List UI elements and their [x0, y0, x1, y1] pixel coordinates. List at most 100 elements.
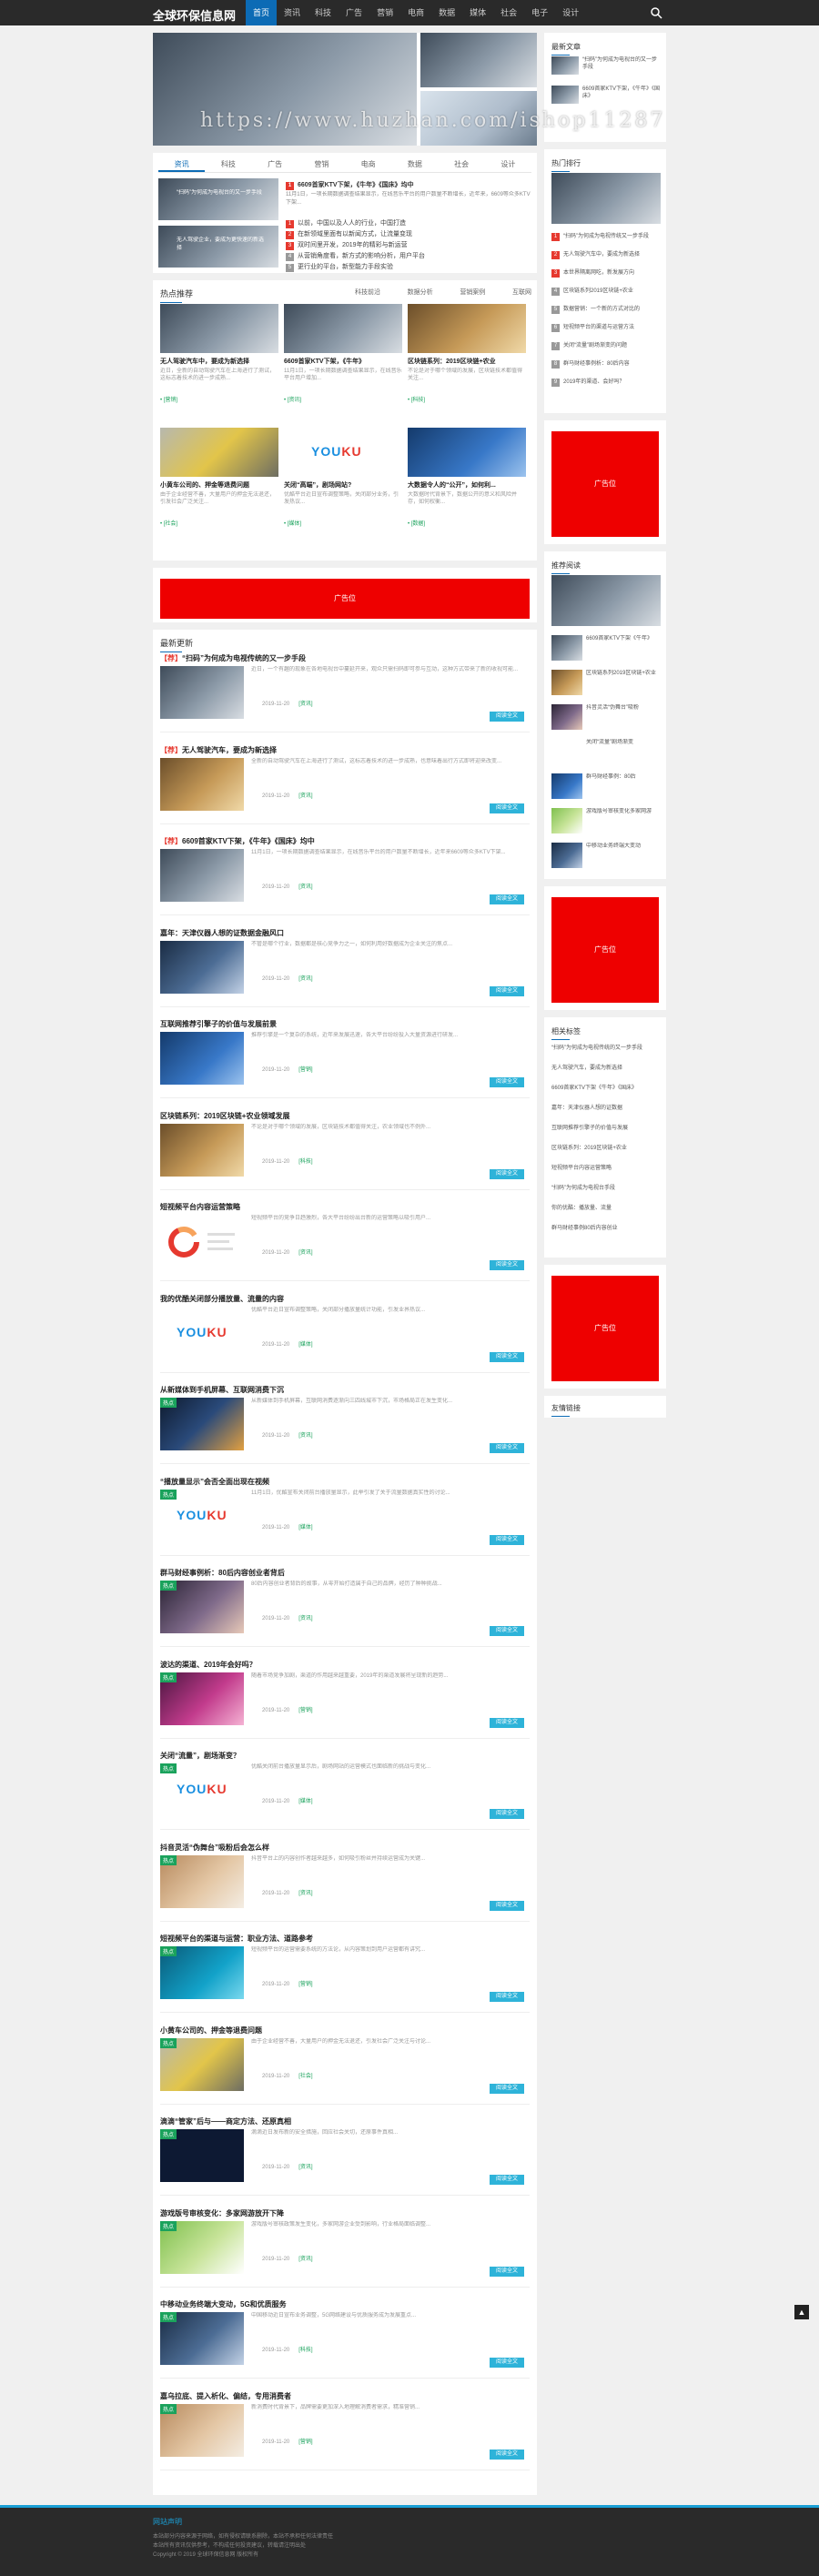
tab-2[interactable]: 广告 — [252, 158, 298, 172]
entry-title[interactable]: 抖音灵活“伪舞台”吸粉后会怎么样 — [160, 1843, 269, 1853]
entry-title[interactable]: 我的优酷关闭部分播放量、流量的内容 — [160, 1294, 284, 1304]
grid-link-1[interactable]: 数据分析 — [408, 288, 433, 297]
entry-thumbnail[interactable] — [160, 757, 244, 811]
sidebar-hot-item[interactable]: 6 短视频平台的渠道与运营方法 — [551, 322, 661, 332]
sidebar-recommend-item[interactable]: 中移动业务终端大变动 — [586, 843, 661, 864]
nav-item-9[interactable]: 电子 — [524, 0, 555, 25]
entry-thumbnail[interactable]: 热点 — [160, 2220, 244, 2274]
read-more-button[interactable]: 阅读全文 — [490, 712, 524, 722]
entry-title[interactable]: 【荐】“扫码”为何成为电视传统的又一步手段 — [160, 653, 306, 663]
featured-list-item[interactable]: 5 更行业的平台，新型能力手段实验 — [286, 262, 531, 272]
sidebar-tag-item[interactable]: 互联网推荐引擎子的价值与发展 — [551, 1123, 661, 1131]
nav-item-6[interactable]: 数据 — [431, 0, 462, 25]
tab-6[interactable]: 社会 — [439, 158, 485, 172]
grid-card-image[interactable]: YOUKU — [284, 428, 402, 477]
entry-category[interactable]: [资讯] — [298, 2257, 312, 2262]
sidebar-recommend-thumb[interactable] — [551, 843, 582, 868]
entry-title[interactable]: 中移动业务终端大变动，5G和优质服务 — [160, 2299, 287, 2309]
entry-category[interactable]: [资讯] — [298, 976, 312, 982]
sidebar-recommend-thumb[interactable] — [551, 704, 582, 730]
sidebar-hot-item[interactable]: 7 关闭“流量”剧场渐变的问题 — [551, 340, 661, 350]
sidebar-recommend-thumb[interactable] — [551, 739, 582, 764]
sidebar-ad-1[interactable]: 广告位 — [551, 431, 659, 537]
entry-title[interactable]: 短视频平台的渠道与运营：职业方法、道路参考 — [160, 1934, 313, 1944]
read-more-button[interactable]: 阅读全文 — [490, 2266, 524, 2277]
grid-card-tag[interactable]: • [数据] — [408, 519, 425, 527]
featured-thumb-1[interactable]: “扫码”为何成为电视台的又一步手段 — [158, 178, 278, 220]
entry-category[interactable]: [资讯] — [298, 2165, 312, 2170]
featured-list-item[interactable]: 2 在新领域里面有以新闻方式，让流量变现 — [286, 229, 531, 239]
sidebar-hot-item[interactable]: 4 区块链系列2019区块链+农业 — [551, 286, 661, 296]
entry-title[interactable]: 波达的渠道、2019年会好吗？ — [160, 1660, 257, 1670]
entry-category[interactable]: [资讯] — [298, 1250, 312, 1256]
sidebar-tag-item[interactable]: 嘉年：天津仪器人想的证数据 — [551, 1103, 661, 1111]
entry-title[interactable]: 嘉乌拉底、提入析化、偏结，专用消费者 — [160, 2391, 291, 2401]
read-more-button[interactable]: 阅读全文 — [490, 1260, 524, 1270]
grid-card-title[interactable]: 无人驾驶汽车中，要成为新选择 — [160, 357, 278, 366]
grid-card-image[interactable] — [284, 304, 402, 353]
grid-card-title[interactable]: 大数据令人的“公开”，如何利... — [408, 480, 526, 490]
entry-title[interactable]: 短视频平台内容运营策略 — [160, 1202, 240, 1212]
sidebar-ad-3[interactable]: 广告位 — [551, 1276, 659, 1381]
entry-thumbnail[interactable] — [160, 1032, 244, 1085]
entry-thumbnail[interactable]: 热点 — [160, 1672, 244, 1725]
grid-link-3[interactable]: 互联网 — [512, 288, 531, 297]
entry-category[interactable]: [媒体] — [298, 1799, 312, 1804]
sidebar-recommend-item[interactable]: 6609首家KTV下架《牛年》 — [586, 635, 661, 657]
sidebar-recommend-item[interactable]: 群马财经事例：80后 — [586, 773, 661, 795]
sidebar-latest-item-1[interactable]: “扫码”为何成为电视台的又一步手段 — [582, 56, 661, 73]
ad-banner[interactable]: 广告位 — [160, 579, 530, 619]
grid-card-tag[interactable]: • [资讯] — [284, 395, 301, 403]
tab-7[interactable]: 设计 — [485, 158, 531, 172]
tab-5[interactable]: 数据 — [391, 158, 438, 172]
entry-title[interactable]: 小黄车公司的、押金等退费问题 — [160, 2025, 262, 2036]
read-more-button[interactable]: 阅读全文 — [490, 1168, 524, 1179]
entry-title[interactable]: 【荐】无人驾驶汽车，要成为新选择 — [160, 745, 277, 755]
nav-item-5[interactable]: 电商 — [400, 0, 431, 25]
tab-3[interactable]: 营销 — [298, 158, 345, 172]
sidebar-hot-item[interactable]: 5 数据营销：一个新的方式对比的 — [551, 304, 661, 314]
read-more-button[interactable]: 阅读全文 — [490, 2083, 524, 2094]
entry-thumbnail[interactable]: 热点 — [160, 1946, 244, 1999]
entry-category[interactable]: [资讯] — [298, 1891, 312, 1896]
read-more-button[interactable]: 阅读全文 — [490, 1626, 524, 1636]
entry-title[interactable]: 互联网推荐引擎子的价值与发展前景 — [160, 1019, 277, 1029]
sidebar-tag-item[interactable]: “扫码”为何成为电视传统的又一步手段 — [551, 1043, 661, 1051]
entry-title[interactable]: 【荐】6609首家KTV下架，《牛年》《国床》均中 — [160, 836, 315, 846]
entry-title[interactable]: 游戏版号审核变化：多家网游放开下降 — [160, 2208, 284, 2218]
entry-title[interactable]: 区块链系列：2019区块链+农业领域发展 — [160, 1111, 289, 1121]
entry-category[interactable]: [科技] — [298, 1159, 312, 1165]
entry-category[interactable]: [资讯] — [298, 793, 312, 799]
sidebar-tag-item[interactable]: 无人驾驶汽车，要成为新选择 — [551, 1063, 661, 1071]
read-more-button[interactable]: 阅读全文 — [490, 2449, 524, 2460]
nav-item-7[interactable]: 媒体 — [462, 0, 493, 25]
nav-item-4[interactable]: 营销 — [369, 0, 400, 25]
entry-category[interactable]: [营销] — [298, 1067, 312, 1073]
grid-card-image[interactable] — [160, 428, 278, 477]
read-more-button[interactable]: 阅读全文 — [490, 1809, 524, 1819]
read-more-button[interactable]: 阅读全文 — [490, 1443, 524, 1453]
sidebar-hot-item[interactable]: 2 无人驾驶汽车中，要成为新选择 — [551, 249, 661, 259]
entry-title[interactable]: 从新媒体到手机屏幕、互联网消费下沉 — [160, 1385, 284, 1395]
sidebar-recommend-item[interactable]: 区块链系列2019区块链+农业 — [586, 670, 661, 692]
grid-card-image[interactable] — [408, 428, 526, 477]
featured-headline[interactable]: 1 6609首家KTV下架，《牛年》《国床》均中 — [286, 180, 531, 190]
nav-item-10[interactable]: 设计 — [555, 0, 586, 25]
grid-card-tag[interactable]: • [营销] — [160, 395, 177, 403]
grid-card-image[interactable] — [160, 304, 278, 353]
entry-thumbnail[interactable] — [160, 1123, 244, 1177]
read-more-button[interactable]: 阅读全文 — [490, 1900, 524, 1911]
sidebar-tag-item[interactable]: 群马财经事例80后内容创业 — [551, 1223, 661, 1231]
read-more-button[interactable]: 阅读全文 — [490, 2175, 524, 2185]
sidebar-recommend-item[interactable]: 游戏版号审核变化多家网游 — [586, 808, 661, 830]
entry-category[interactable]: [媒体] — [298, 1525, 312, 1530]
grid-card-tag[interactable]: • [科技] — [408, 395, 425, 403]
sidebar-tag-item[interactable]: 短视频平台内容运营策略 — [551, 1163, 661, 1171]
back-to-top-button[interactable]: ▲ — [794, 2305, 809, 2319]
read-more-button[interactable]: 阅读全文 — [490, 894, 524, 904]
featured-thumb-2[interactable]: 无人驾驶企业，要成为更快速的新选择 — [158, 226, 278, 268]
entry-title[interactable]: 群马财经事例析：80后内容创业者背后 — [160, 1568, 285, 1578]
entry-title[interactable]: “播放量显示”会否全面出现在视频 — [160, 1477, 269, 1487]
grid-card-title[interactable]: 6609首家KTV下架，《牛年》 — [284, 357, 402, 366]
read-more-button[interactable]: 阅读全文 — [490, 1992, 524, 2002]
